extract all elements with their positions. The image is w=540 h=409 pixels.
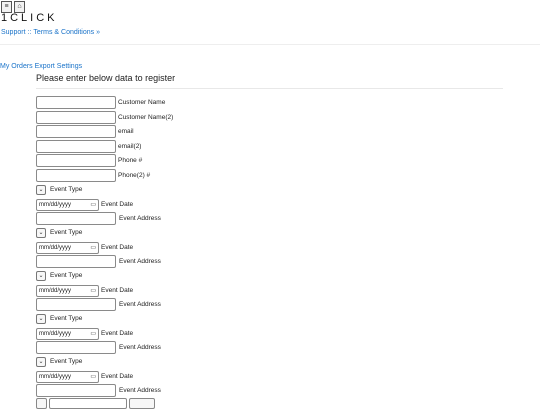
event-address-label: Event Address [119,258,161,265]
event-date-label: Event Date [101,373,134,380]
event-address-row: Event Address [36,298,161,311]
event-type-row: ⌄ Event Type [36,312,82,325]
customer-name2-row: Customer Name(2) [36,111,173,124]
event-date-row: mm/dd/yyyy ▭ Event Date [36,241,133,254]
event-date-row: mm/dd/yyyy ▭ Event Date [36,284,133,297]
event-date-label: Event Date [101,330,134,337]
event-date-label: Event Date [101,287,134,294]
event-type-row: ⌄ Event Type [36,226,82,239]
bottom-input[interactable] [49,398,127,409]
my-orders-link[interactable]: My Orders [0,63,33,70]
email-row: email [36,125,134,138]
email-label: email [118,128,134,135]
event-address-row: Event Address [36,384,161,397]
chevron-down-icon[interactable]: ⌄ [36,184,46,195]
event-address-label: Event Address [119,215,161,222]
event-type-row: ⌄ Event Type [36,269,82,282]
calendar-icon[interactable]: ▭ [90,372,96,382]
event-date-label: Event Date [101,244,134,251]
email-input[interactable] [36,125,116,138]
date-placeholder: mm/dd/yyyy [39,330,72,337]
customer-name-row: Customer Name [36,96,165,109]
page-heading: Please enter below data to register [36,73,176,83]
terms-link[interactable]: Terms & Conditions [33,29,94,36]
phone-label: Phone # [118,157,143,164]
event-address-input[interactable] [36,212,116,225]
chevron-down-icon[interactable]: ⌄ [36,313,46,324]
calendar-icon[interactable]: ▭ [90,286,96,296]
customer-name-label: Customer Name [118,99,166,106]
email2-row: email(2) [36,140,141,153]
calendar-icon[interactable]: ▭ [90,329,96,339]
bottom-select[interactable] [36,398,47,409]
chevron-down-icon[interactable]: ⌄ [36,270,46,281]
phone2-input[interactable] [36,169,116,182]
event-type-label: Event Type [50,358,83,365]
event-address-row: Event Address [36,341,161,354]
customer-name2-input[interactable] [36,111,116,124]
brand-logo: 1CLICK [1,12,58,24]
phone2-label: Phone(2) # [118,172,151,179]
event-date-input[interactable]: mm/dd/yyyy ▭ [36,370,99,383]
event-date-row: mm/dd/yyyy ▭ Event Date [36,327,133,340]
bottom-button[interactable] [129,398,155,409]
phone2-row: Phone(2) # [36,169,150,182]
customer-name-input[interactable] [36,96,116,109]
event-address-input[interactable] [36,384,116,397]
support-link[interactable]: Support [1,29,26,36]
event-address-input[interactable] [36,298,116,311]
chevron-down-icon[interactable]: ⌄ [36,356,46,367]
event-address-label: Event Address [119,301,161,308]
divider [0,44,540,45]
event-date-label: Event Date [101,201,134,208]
bottom-controls [36,398,155,409]
event-address-input[interactable] [36,341,116,354]
phone-input[interactable] [36,154,116,167]
phone-row: Phone # [36,154,142,167]
customer-name2-label: Customer Name(2) [118,114,174,121]
event-address-label: Event Address [119,387,161,394]
email2-input[interactable] [36,140,116,153]
export-settings-link[interactable]: Export Settings [35,63,82,70]
event-date-input[interactable]: mm/dd/yyyy ▭ [36,284,99,297]
date-placeholder: mm/dd/yyyy [39,201,72,208]
event-type-label: Event Type [50,186,83,193]
event-address-row: Event Address [36,212,161,225]
email2-label: email(2) [118,143,142,150]
event-address-label: Event Address [119,344,161,351]
calendar-icon[interactable]: ▭ [90,200,96,210]
event-type-row: ⌄ Event Type [36,355,82,368]
event-address-input[interactable] [36,255,116,268]
event-date-input[interactable]: mm/dd/yyyy ▭ [36,198,99,211]
date-placeholder: mm/dd/yyyy [39,287,72,294]
account-links: My Orders Export Settings [0,63,82,70]
event-type-label: Event Type [50,272,83,279]
event-type-row: ⌄ Event Type [36,183,82,196]
event-date-input[interactable]: mm/dd/yyyy ▭ [36,327,99,340]
event-type-label: Event Type [50,229,83,236]
event-date-row: mm/dd/yyyy ▭ Event Date [36,198,133,211]
event-date-input[interactable]: mm/dd/yyyy ▭ [36,241,99,254]
calendar-icon[interactable]: ▭ [90,243,96,253]
event-address-row: Event Address [36,255,161,268]
date-placeholder: mm/dd/yyyy [39,244,72,251]
link-separator: :: [27,29,32,36]
heading-divider [36,88,503,89]
top-links: Support:: Terms & Conditions » [1,29,100,36]
event-date-row: mm/dd/yyyy ▭ Event Date [36,370,133,383]
chevron-down-icon[interactable]: ⌄ [36,227,46,238]
event-type-label: Event Type [50,315,83,322]
more-link[interactable]: » [96,29,100,36]
date-placeholder: mm/dd/yyyy [39,373,72,380]
